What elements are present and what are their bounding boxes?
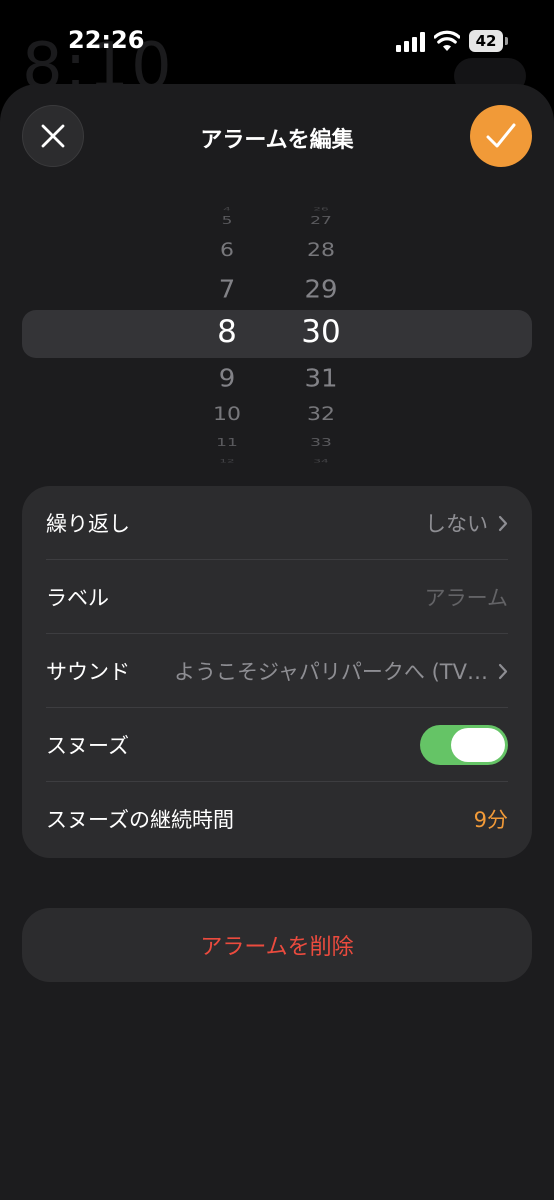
repeat-row[interactable]: 繰り返し しない — [46, 486, 508, 560]
status-bar: 22:26 42 — [0, 0, 554, 80]
hour-option[interactable]: 5 — [187, 215, 267, 229]
hour-option[interactable]: 11 — [187, 437, 267, 451]
snooze-toggle[interactable] — [420, 725, 508, 765]
label-label: ラベル — [46, 586, 109, 610]
delete-alarm-button[interactable]: アラームを削除 — [22, 908, 532, 982]
hour-option[interactable]: 4 — [187, 206, 267, 212]
hour-wheel[interactable]: 4 5 6 7 8 9 10 11 12 — [187, 200, 267, 464]
hour-option[interactable]: 7 — [187, 275, 267, 305]
wifi-icon — [434, 30, 460, 51]
chevron-right-icon — [498, 663, 508, 680]
edit-alarm-sheet: アラームを編集 4 5 6 7 8 9 10 11 12 26 27 28 29 30 31 32 33 34 … — [0, 84, 554, 1200]
sound-value: ようこそジャパリパークへ (TV… — [173, 660, 488, 684]
chevron-right-icon — [498, 515, 508, 532]
minute-option[interactable]: 31 — [281, 364, 361, 394]
sound-label: サウンド — [46, 660, 130, 684]
time-picker[interactable]: 4 5 6 7 8 9 10 11 12 26 27 28 29 30 31 32 33 34 — [0, 200, 554, 464]
sound-value-group: ようこそジャパリパークへ (TV… — [142, 656, 508, 686]
battery-level: 42 — [469, 30, 503, 52]
cellular-signal-icon — [396, 32, 425, 52]
minute-option[interactable]: 32 — [281, 403, 361, 427]
minute-option[interactable]: 27 — [281, 215, 361, 229]
screen: 8:10 22:26 42 アラームを編集 4 5 6 7 8 9 10 11 … — [0, 0, 554, 1200]
hour-selected[interactable]: 8 — [187, 314, 267, 351]
minute-option[interactable]: 34 — [281, 458, 361, 464]
hour-option[interactable]: 12 — [187, 458, 267, 464]
battery-cap — [505, 37, 508, 45]
snooze-duration-value: 9分 — [473, 808, 508, 832]
minute-wheel[interactable]: 26 27 28 29 30 31 32 33 34 — [281, 200, 361, 464]
snooze-toggle-knob — [451, 728, 505, 762]
minute-option[interactable]: 33 — [281, 437, 361, 451]
snooze-duration-label: スヌーズの継続時間 — [46, 808, 234, 832]
checkmark-icon — [486, 123, 516, 148]
minute-selected[interactable]: 30 — [281, 314, 361, 351]
snooze-row: スヌーズ — [46, 708, 508, 782]
snooze-duration-row[interactable]: スヌーズの継続時間 9分 — [46, 782, 508, 856]
alarm-settings-card: 繰り返し しない ラベル アラーム サウンド ようこそジャパリパークへ (TV… — [22, 486, 532, 858]
minute-option[interactable]: 26 — [281, 206, 361, 212]
label-input[interactable]: アラーム — [425, 582, 508, 612]
label-row[interactable]: ラベル アラーム — [46, 560, 508, 634]
confirm-button[interactable] — [470, 105, 532, 167]
hour-option[interactable]: 10 — [187, 403, 267, 427]
repeat-value: しない — [425, 512, 488, 536]
picker-selection-highlight — [22, 310, 532, 358]
minute-option[interactable]: 29 — [281, 275, 361, 305]
hour-option[interactable]: 9 — [187, 364, 267, 394]
minute-option[interactable]: 28 — [281, 239, 361, 263]
repeat-value-group: しない — [425, 508, 508, 538]
sound-row[interactable]: サウンド ようこそジャパリパークへ (TV… — [46, 634, 508, 708]
battery-indicator: 42 — [469, 30, 509, 52]
status-time: 22:26 — [68, 26, 145, 54]
hour-option[interactable]: 6 — [187, 239, 267, 263]
repeat-label: 繰り返し — [46, 512, 130, 536]
snooze-label: スヌーズ — [46, 734, 129, 758]
